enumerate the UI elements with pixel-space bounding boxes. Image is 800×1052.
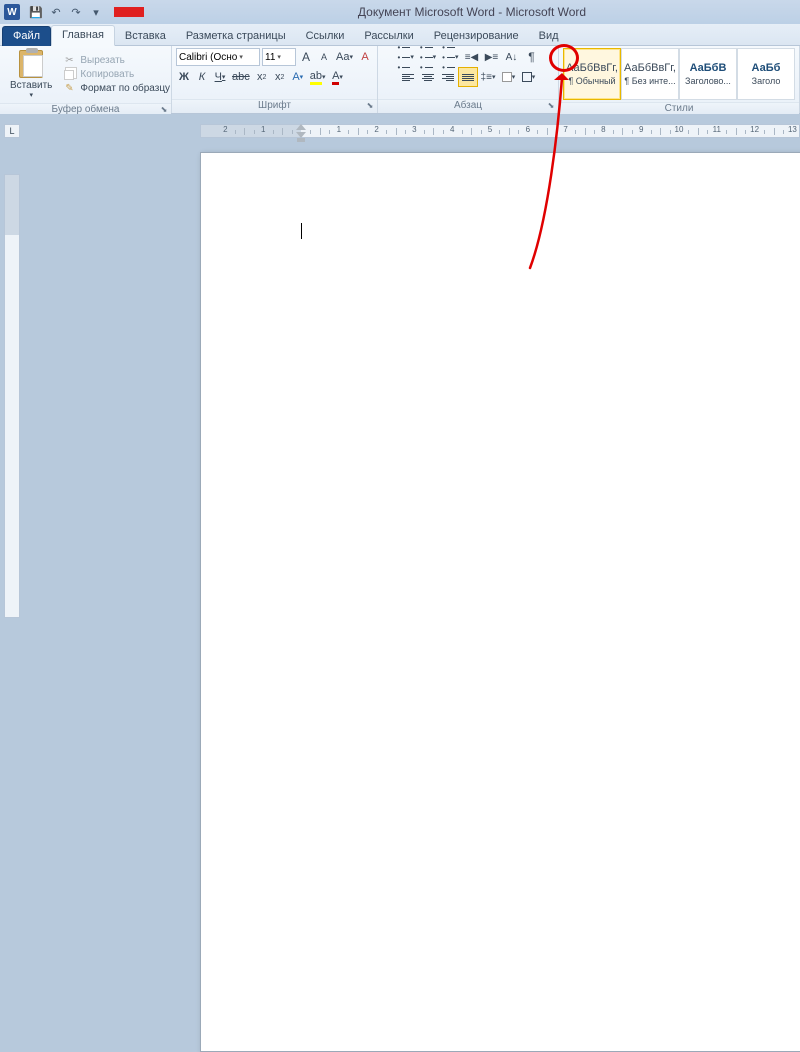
- paste-label: Вставить: [10, 80, 52, 91]
- italic-button[interactable]: К: [194, 68, 210, 86]
- undo-button[interactable]: ↶: [48, 4, 64, 20]
- brush-icon: ✎: [62, 83, 76, 95]
- clipboard-icon: [19, 50, 43, 78]
- style-card[interactable]: АаБбВЗаголово...: [679, 48, 737, 100]
- copy-icon: [62, 69, 76, 81]
- borders-button[interactable]: ▾: [519, 68, 537, 86]
- copy-button[interactable]: Копировать: [58, 68, 174, 82]
- window-title: Документ Microsoft Word - Microsoft Word: [144, 5, 800, 19]
- left-indent-marker[interactable]: [297, 138, 305, 142]
- redacted-area: [114, 7, 144, 17]
- text-cursor: [301, 223, 302, 239]
- align-right-button[interactable]: [439, 68, 457, 86]
- multilevel-button[interactable]: ▾: [440, 48, 460, 66]
- align-right-icon: [442, 74, 454, 81]
- align-center-icon: [422, 74, 434, 81]
- paragraph-launcher[interactable]: ⬊: [546, 101, 556, 111]
- redo-button[interactable]: ↷: [68, 4, 84, 20]
- style-card[interactable]: АаБбЗаголо: [737, 48, 795, 100]
- show-pilcrow-button[interactable]: ¶: [522, 48, 540, 66]
- group-styles: АаБбВвГг,¶ ОбычныйАаБбВвГг,¶ Без инте...…: [559, 46, 800, 113]
- underline-button[interactable]: Ч▾: [212, 68, 228, 86]
- change-case-button[interactable]: Aa▾: [334, 48, 355, 66]
- document-title: Документ Microsoft Word: [358, 5, 495, 19]
- document-area: L 211234567891011121314: [0, 114, 800, 618]
- font-size-combo[interactable]: 11▾: [262, 48, 296, 66]
- tab-insert[interactable]: Вставка: [115, 27, 176, 46]
- strike-button[interactable]: abc: [230, 68, 252, 86]
- tab-mailings[interactable]: Рассылки: [354, 27, 423, 46]
- bullets-button[interactable]: ▾: [396, 48, 416, 66]
- shrink-font-button[interactable]: A: [316, 48, 332, 66]
- align-left-button[interactable]: [399, 68, 417, 86]
- group-paragraph: ▾ ▾ ▾ ≡◀ ▶≡ A↓ ¶ ‡≡▾ ▾ ▾ Абзац⬊: [378, 46, 559, 113]
- quick-access-toolbar: 💾 ↶ ↷ ▾: [24, 4, 108, 20]
- app-name: Microsoft Word: [506, 5, 586, 19]
- first-line-indent-marker[interactable]: [296, 124, 306, 130]
- group-styles-label: Стили: [559, 102, 799, 114]
- group-clipboard: Вставить ▾ ✂Вырезать Копировать ✎Формат …: [0, 46, 172, 113]
- style-gallery[interactable]: АаБбВвГг,¶ ОбычныйАаБбВвГг,¶ Без инте...…: [563, 48, 795, 100]
- align-left-icon: [402, 74, 414, 81]
- qat-customize-button[interactable]: ▾: [88, 4, 104, 20]
- tab-home[interactable]: Главная: [51, 25, 115, 46]
- tab-selector[interactable]: L: [4, 124, 20, 138]
- increase-indent-button[interactable]: ▶≡: [482, 48, 500, 66]
- horizontal-ruler[interactable]: 211234567891011121314: [200, 124, 800, 138]
- group-paragraph-label: Абзац⬊: [378, 99, 558, 113]
- font-launcher[interactable]: ⬊: [365, 101, 375, 111]
- style-card[interactable]: АаБбВвГг,¶ Без инте...: [621, 48, 679, 100]
- document-page[interactable]: [200, 152, 800, 1052]
- clear-format-button[interactable]: A: [357, 48, 373, 66]
- vertical-ruler[interactable]: [4, 174, 20, 618]
- shading-button[interactable]: ▾: [499, 68, 517, 86]
- font-name-combo[interactable]: Calibri (Осно▾: [176, 48, 260, 66]
- title-bar: W 💾 ↶ ↷ ▾ Документ Microsoft Word - Micr…: [0, 0, 800, 24]
- align-center-button[interactable]: [419, 68, 437, 86]
- justify-button[interactable]: [459, 68, 477, 86]
- tab-file[interactable]: Файл: [2, 26, 51, 46]
- cut-button[interactable]: ✂Вырезать: [58, 54, 174, 68]
- app-icon: W: [4, 4, 20, 20]
- grow-font-button[interactable]: A: [298, 48, 314, 66]
- ribbon-tabs: Файл Главная Вставка Разметка страницы С…: [0, 24, 800, 46]
- numbering-button[interactable]: ▾: [418, 48, 438, 66]
- bold-button[interactable]: Ж: [176, 68, 192, 86]
- font-color-button[interactable]: A▾: [330, 68, 346, 86]
- group-font: Calibri (Осно▾ 11▾ A A Aa▾ A Ж К Ч▾ abc …: [172, 46, 378, 113]
- scissors-icon: ✂: [62, 55, 76, 67]
- text-effects-button[interactable]: A▾: [290, 68, 306, 86]
- decrease-indent-button[interactable]: ≡◀: [462, 48, 480, 66]
- justify-icon: [462, 74, 474, 81]
- save-button[interactable]: 💾: [28, 4, 44, 20]
- subscript-button[interactable]: x2: [254, 68, 270, 86]
- style-card[interactable]: АаБбВвГг,¶ Обычный: [563, 48, 621, 100]
- tab-references[interactable]: Ссылки: [296, 27, 355, 46]
- group-font-label: Шрифт⬊: [172, 99, 377, 113]
- highlight-button[interactable]: ab▾: [308, 68, 328, 86]
- tab-view[interactable]: Вид: [529, 27, 569, 46]
- sort-button[interactable]: A↓: [502, 48, 520, 66]
- paste-button[interactable]: Вставить ▾: [4, 48, 58, 101]
- tab-page-layout[interactable]: Разметка страницы: [176, 27, 296, 46]
- superscript-button[interactable]: x2: [272, 68, 288, 86]
- ribbon: Вставить ▾ ✂Вырезать Копировать ✎Формат …: [0, 46, 800, 114]
- line-spacing-button[interactable]: ‡≡▾: [479, 68, 498, 86]
- tab-review[interactable]: Рецензирование: [424, 27, 529, 46]
- format-painter-button[interactable]: ✎Формат по образцу: [58, 82, 174, 96]
